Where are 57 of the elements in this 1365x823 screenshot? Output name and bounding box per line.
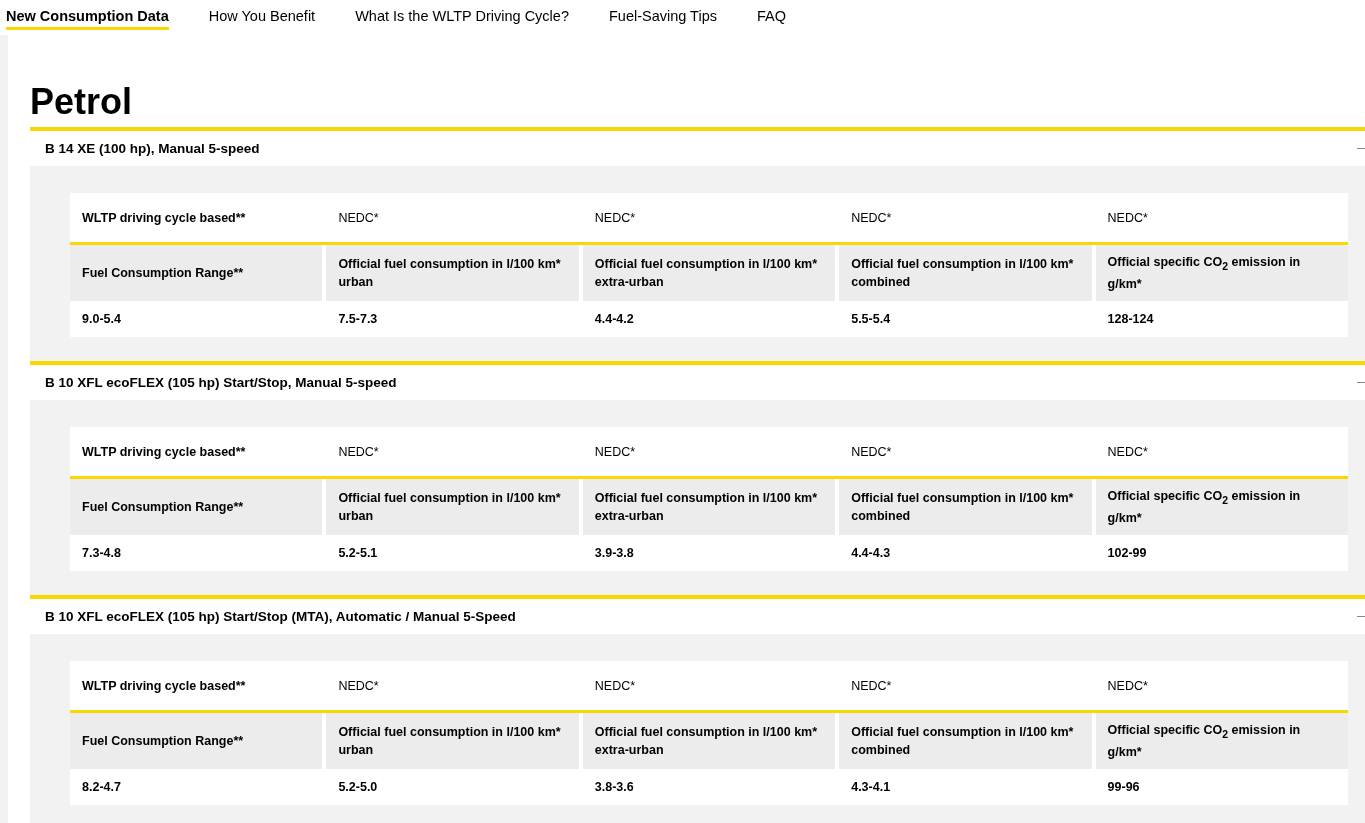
table-cell: Official fuel consumption in l/100 km* urban — [326, 713, 579, 769]
table-cell-text: NEDC* — [1106, 209, 1149, 227]
accordion-header[interactable]: B 10 XFL ecoFLEX (105 hp) Start/Stop (MTA), Automatic / Manual 5-Speed — [30, 599, 1365, 634]
table-cell: Official fuel consumption in l/100 km* extra-urban — [582, 245, 836, 301]
table-cell-text: NEDC* — [850, 677, 893, 695]
table-cell-text: NEDC* — [593, 209, 637, 227]
table-cell-text: 5.2-5.1 — [337, 545, 379, 562]
accordion-header[interactable]: B 14 XE (100 hp), Manual 5-speed — [30, 131, 1365, 166]
table-cell-text: WLTP driving cycle based** — [81, 443, 247, 461]
engine-title: B 10 XFL ecoFLEX (105 hp) Start/Stop (MTA), Automatic / Manual 5-Speed — [45, 609, 516, 624]
table-cell: Official fuel consumption in l/100 km* combined — [839, 479, 1092, 535]
table-cell: Fuel Consumption Range** — [70, 245, 323, 301]
table-cell: Official fuel consumption in l/100 km* combined — [839, 713, 1092, 769]
nav-tab[interactable]: New Consumption Data — [6, 5, 169, 30]
table-cell: Official specific CO$_{2}$ emission in g/km* — [1095, 245, 1348, 301]
table-cell-text: WLTP driving cycle based** — [81, 677, 247, 695]
table-cell-text: 128-124 — [1106, 311, 1155, 328]
engine-title: B 10 XFL ecoFLEX (105 hp) Start/Stop, Manual 5-speed — [45, 375, 397, 390]
table-cell-text: NEDC* — [337, 677, 380, 695]
table-cell-text: 7.3-4.8 — [81, 545, 122, 562]
table-cell: Official specific CO$_{2}$ emission in g/km* — [1095, 713, 1348, 769]
engine-title: B 14 XE (100 hp), Manual 5-speed — [45, 141, 260, 156]
table-cell-text: 102-99 — [1106, 545, 1148, 562]
table-cell-text: 3.9-3.8 — [593, 545, 635, 562]
table-cell: Fuel Consumption Range** — [70, 713, 323, 769]
table-cell: Official fuel consumption in l/100 km* extra-urban — [582, 479, 836, 535]
table-cell-text: 4.4-4.3 — [850, 545, 892, 562]
nav-tab[interactable]: Fuel-Saving Tips — [608, 5, 717, 30]
table-cell-text: 4.4-4.2 — [593, 311, 635, 328]
table-cell-text: 5.2-5.0 — [337, 779, 379, 796]
table-cell-text: NEDC* — [850, 209, 893, 227]
table-cell: Official fuel consumption in l/100 km* urban — [326, 479, 579, 535]
table-cell-text: 3.8-3.6 — [593, 779, 635, 796]
table-cell: Fuel Consumption Range** — [70, 479, 323, 535]
nav-tab[interactable]: What Is the WLTP Driving Cycle? — [355, 5, 569, 30]
table-cell-text: NEDC* — [593, 677, 637, 695]
table-cell-text: NEDC* — [850, 443, 893, 461]
table-cell: Official specific CO$_{2}$ emission in g/km* — [1095, 479, 1348, 535]
table-cell: Official fuel consumption in l/100 km* combined — [839, 245, 1092, 301]
table-cell-text: 9.0-5.4 — [81, 311, 122, 328]
table-cell-text: 4.3-4.1 — [850, 779, 892, 796]
section-heading: Petrol — [30, 81, 134, 123]
table-cell-text: WLTP driving cycle based** — [81, 209, 247, 227]
table-cell-text: 8.2-4.7 — [81, 779, 122, 796]
accordion-header[interactable]: B 10 XFL ecoFLEX (105 hp) Start/Stop, Manual 5-speed — [30, 365, 1365, 400]
nav-tab[interactable]: How You Benefit — [208, 5, 316, 30]
table-cell: Official fuel consumption in l/100 km* urban — [326, 245, 579, 301]
table-cell-text: 99-96 — [1106, 779, 1141, 796]
nav-tab[interactable]: FAQ — [756, 5, 786, 30]
table-cell: Official fuel consumption in l/100 km* extra-urban — [582, 713, 836, 769]
table-cell-text: NEDC* — [593, 443, 637, 461]
table-cell-text: NEDC* — [1106, 677, 1149, 695]
table-cell-text: NEDC* — [337, 209, 380, 227]
table-cell-text: 7.5-7.3 — [337, 311, 379, 328]
table-cell-text: 5.5-5.4 — [850, 311, 892, 328]
table-cell-text: NEDC* — [1106, 443, 1149, 461]
table-cell-text: NEDC* — [337, 443, 380, 461]
